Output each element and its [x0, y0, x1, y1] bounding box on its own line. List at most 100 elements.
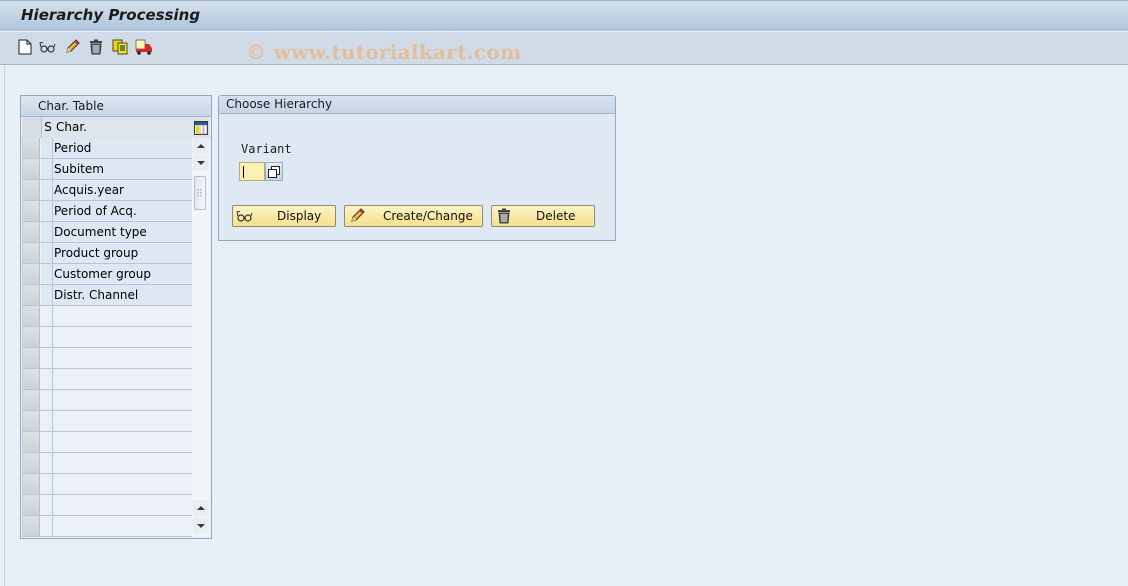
table-row[interactable] [22, 348, 192, 369]
row-selector[interactable] [22, 411, 40, 431]
row-selector[interactable] [22, 495, 40, 515]
select-all-button[interactable] [22, 117, 42, 138]
table-row[interactable] [22, 453, 192, 474]
cell-char[interactable] [53, 474, 192, 494]
cell-s[interactable] [41, 201, 53, 221]
row-selector[interactable] [22, 369, 40, 389]
cell-char[interactable] [53, 432, 192, 452]
row-selector[interactable] [22, 159, 40, 179]
row-selector[interactable] [22, 474, 40, 494]
cell-s[interactable] [41, 369, 53, 389]
display-glasses-icon [236, 208, 254, 224]
display-button[interactable]: Display [232, 205, 336, 227]
scroll-up-icon[interactable] [193, 138, 209, 154]
table-row[interactable] [22, 306, 192, 327]
cell-char[interactable] [53, 411, 192, 431]
cell-char[interactable]: Distr. Channel [53, 285, 192, 305]
row-selector[interactable] [22, 453, 40, 473]
row-selector[interactable] [22, 243, 40, 263]
column-header-s[interactable]: S [42, 117, 54, 138]
row-selector[interactable] [22, 180, 40, 200]
table-row[interactable] [22, 369, 192, 390]
row-selector[interactable] [22, 432, 40, 452]
row-selector[interactable] [22, 348, 40, 368]
cell-s[interactable] [41, 243, 53, 263]
table-row[interactable] [22, 516, 192, 537]
vertical-scrollbar[interactable] [192, 138, 210, 536]
pencil-edit-icon[interactable] [63, 38, 81, 56]
cell-s[interactable] [41, 159, 53, 179]
cell-s[interactable] [41, 138, 53, 158]
cell-s[interactable] [41, 390, 53, 410]
copy-icon[interactable] [111, 38, 129, 56]
new-document-icon[interactable] [16, 38, 34, 56]
scroll-page-up-icon[interactable] [193, 500, 209, 516]
cell-s[interactable] [41, 222, 53, 242]
cell-char[interactable]: Customer group [53, 264, 192, 284]
cell-s[interactable] [41, 411, 53, 431]
create-change-button[interactable]: Create/Change [344, 205, 483, 227]
table-row[interactable] [22, 495, 192, 516]
row-selector[interactable] [22, 285, 40, 305]
cell-s[interactable] [41, 285, 53, 305]
table-row[interactable]: Period of Acq. [22, 201, 192, 222]
cell-s[interactable] [41, 453, 53, 473]
cell-s[interactable] [41, 306, 53, 326]
scroll-page-down-icon[interactable] [193, 155, 209, 171]
row-selector[interactable] [22, 327, 40, 347]
cell-char[interactable]: Period of Acq. [53, 201, 192, 221]
cell-char[interactable] [53, 495, 192, 515]
row-selector[interactable] [22, 201, 40, 221]
transport-truck-icon[interactable] [135, 38, 153, 56]
cell-char[interactable]: Acquis.year [53, 180, 192, 200]
cell-char[interactable] [53, 453, 192, 473]
cell-char[interactable]: Subitem [53, 159, 192, 179]
cell-s[interactable] [41, 516, 53, 536]
cell-s[interactable] [41, 264, 53, 284]
cell-s[interactable] [41, 180, 53, 200]
table-row[interactable]: Distr. Channel [22, 285, 192, 306]
row-selector[interactable] [22, 264, 40, 284]
cell-s[interactable] [41, 495, 53, 515]
delete-button[interactable]: Delete [491, 205, 595, 227]
trash-delete-icon[interactable] [87, 38, 105, 56]
cell-char[interactable] [53, 390, 192, 410]
screen-left-border [4, 65, 5, 586]
table-row[interactable] [22, 327, 192, 348]
row-selector[interactable] [22, 306, 40, 326]
cell-char[interactable] [53, 516, 192, 536]
display-glasses-icon[interactable] [39, 38, 57, 56]
table-rows: Period Subitem Acquis.year Period of Acq. Do… [22, 138, 192, 537]
table-row[interactable]: Document type [22, 222, 192, 243]
row-selector[interactable] [22, 516, 40, 536]
cell-char[interactable] [53, 327, 192, 347]
table-settings-icon[interactable] [192, 117, 210, 138]
cell-char[interactable]: Period [53, 138, 192, 158]
cell-char[interactable] [53, 348, 192, 368]
cell-char[interactable] [53, 306, 192, 326]
table-row[interactable] [22, 390, 192, 411]
table-row[interactable]: Customer group [22, 264, 192, 285]
variant-input[interactable] [239, 162, 265, 181]
variant-value-help-button[interactable] [265, 162, 283, 181]
table-row[interactable]: Acquis.year [22, 180, 192, 201]
cell-s[interactable] [41, 474, 53, 494]
row-selector[interactable] [22, 138, 40, 158]
scroll-down-icon[interactable] [193, 518, 209, 534]
cell-s[interactable] [41, 348, 53, 368]
table-row[interactable] [22, 432, 192, 453]
scroll-thumb[interactable] [194, 176, 206, 210]
row-selector[interactable] [22, 222, 40, 242]
table-row[interactable]: Period [22, 138, 192, 159]
cell-s[interactable] [41, 327, 53, 347]
table-row[interactable] [22, 411, 192, 432]
column-header-char[interactable]: Char. [54, 117, 192, 138]
row-selector[interactable] [22, 390, 40, 410]
cell-char[interactable]: Document type [53, 222, 192, 242]
cell-char[interactable] [53, 369, 192, 389]
cell-s[interactable] [41, 432, 53, 452]
table-row[interactable]: Product group [22, 243, 192, 264]
table-row[interactable]: Subitem [22, 159, 192, 180]
cell-char[interactable]: Product group [53, 243, 192, 263]
table-row[interactable] [22, 474, 192, 495]
